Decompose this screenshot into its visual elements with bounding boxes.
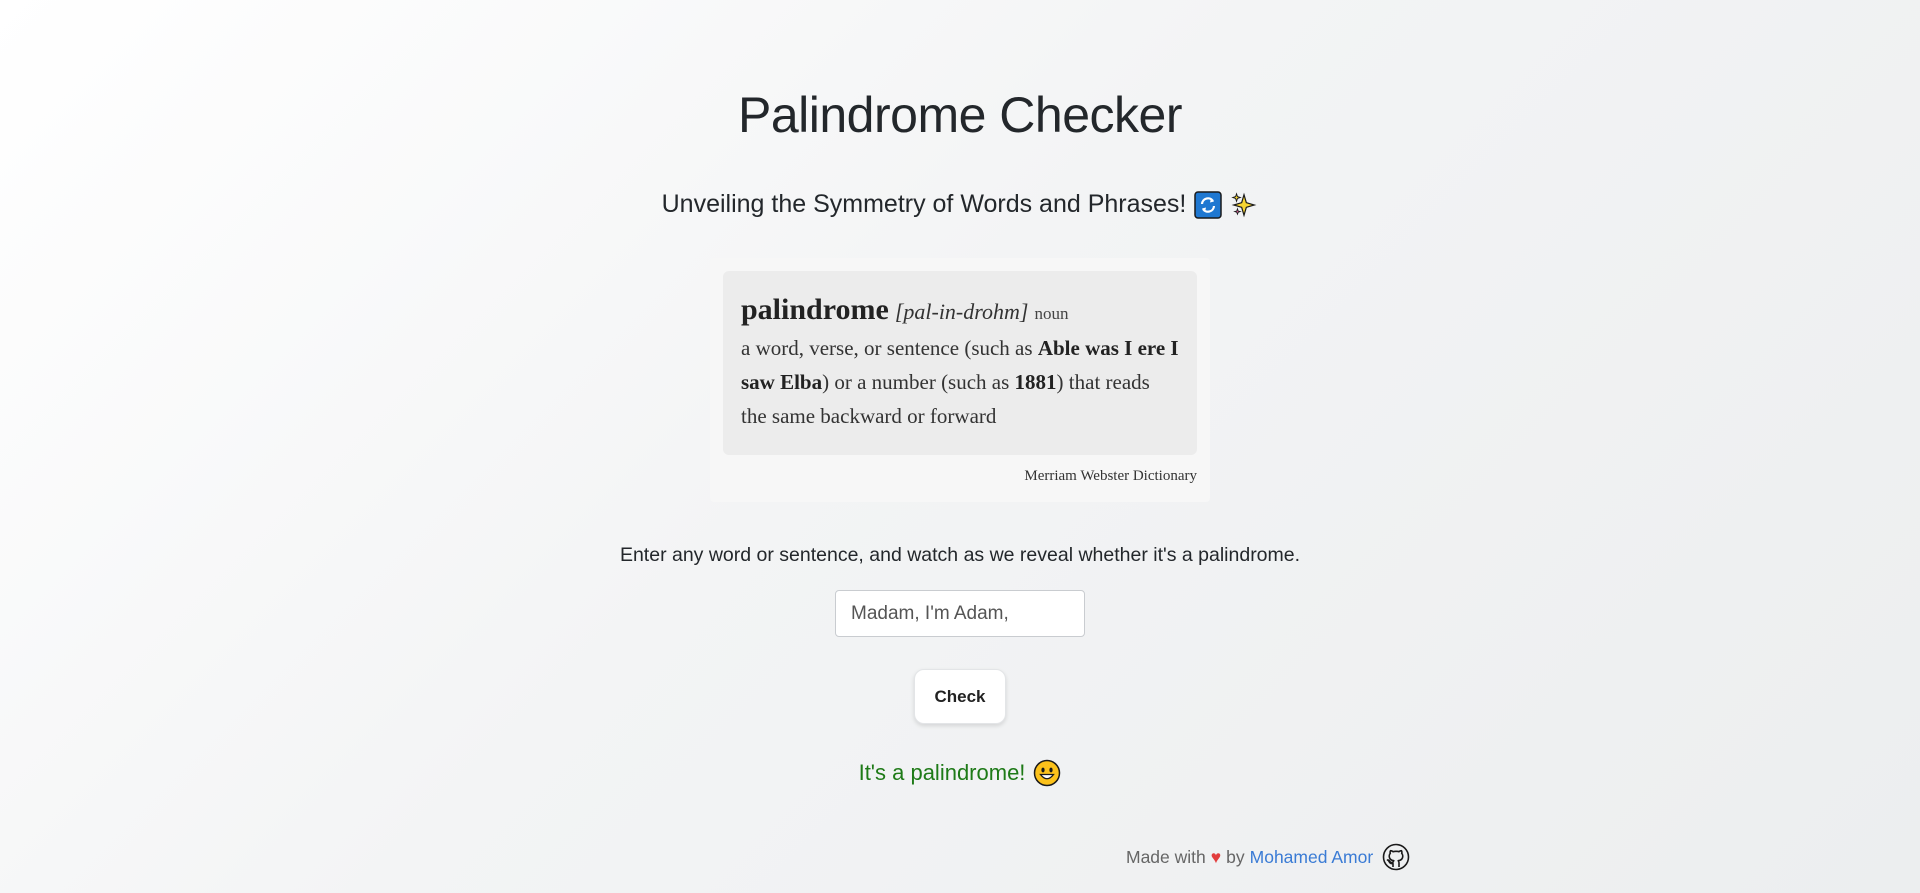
check-button[interactable]: Check — [914, 669, 1006, 724]
definition-box: palindrome [pal-in-drohm] noun a word, v… — [723, 271, 1197, 455]
sparkles-icon — [1230, 191, 1258, 219]
text-input[interactable] — [835, 590, 1085, 637]
page-subtitle: Unveiling the Symmetry of Words and Phra… — [0, 190, 1920, 219]
definition-pronunciation: [pal-in-drohm] — [894, 299, 1029, 324]
grinning-face-icon — [1033, 759, 1061, 787]
author-link[interactable]: Mohamed Amor — [1250, 847, 1374, 868]
result-text: It's a palindrome! — [858, 760, 1026, 785]
definition-header: palindrome [pal-in-drohm] noun — [741, 293, 1179, 327]
definition-card: palindrome [pal-in-drohm] noun a word, v… — [710, 258, 1210, 502]
footer-by: by — [1226, 846, 1245, 867]
subtitle-text: Unveiling the Symmetry of Words and Phra… — [661, 190, 1187, 218]
definition-text-part: ) or a number (such as — [822, 370, 1015, 394]
definition-source: Merriam Webster Dictionary — [1024, 468, 1197, 484]
instructions-text: Enter any word or sentence, and watch as… — [619, 544, 1301, 566]
page-title: Palindrome Checker — [738, 87, 1182, 143]
heart-icon: ♥ — [1210, 846, 1222, 867]
definition-text-part: a word, verse, or sentence (such as — [741, 336, 1038, 360]
app-root: Palindrome Checker Unveiling the Symmetr… — [0, 0, 1920, 893]
definition-text: a word, verse, or sentence (such as Able… — [741, 331, 1179, 433]
footer: Made with ♥ by Mohamed Amor — [1126, 843, 1410, 871]
github-icon[interactable] — [1382, 843, 1410, 871]
definition-part-of-speech: noun — [1034, 304, 1069, 323]
result-message: It's a palindrome! — [0, 759, 1920, 787]
definition-example: 1881 — [1014, 370, 1057, 394]
definition-word: palindrome — [741, 293, 889, 326]
repeat-button-icon — [1194, 190, 1223, 219]
footer-made-with: Made with — [1126, 846, 1206, 867]
